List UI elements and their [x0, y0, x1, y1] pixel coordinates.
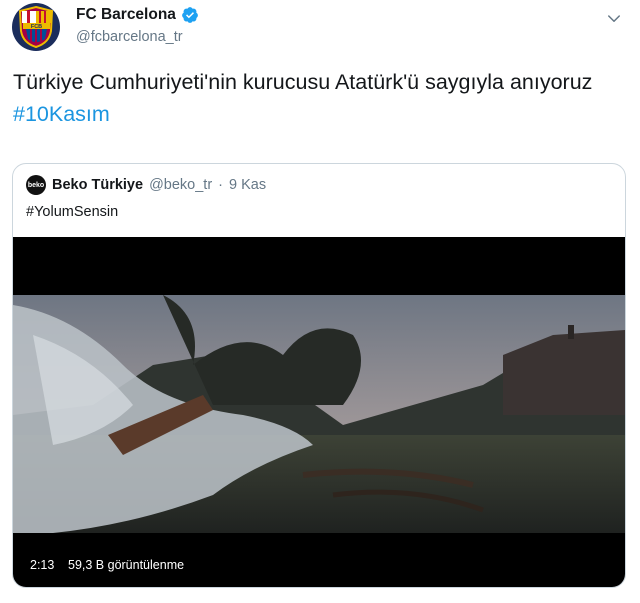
avatar[interactable]: FCB: [12, 3, 60, 51]
separator-dot: ·: [218, 177, 224, 193]
beko-logo-text: beko: [27, 181, 45, 189]
quoted-account-name[interactable]: Beko Türkiye: [52, 177, 143, 193]
verified-badge-icon: [182, 7, 198, 23]
hashtag-link[interactable]: #10Kasım: [13, 102, 110, 126]
account-handle[interactable]: @fcbarcelona_tr: [76, 29, 183, 45]
chevron-down-icon[interactable]: [605, 10, 623, 28]
quoted-tweet-date[interactable]: 9 Kas: [229, 177, 266, 193]
quoted-tweet-text: #YolumSensin: [26, 204, 119, 220]
video-player[interactable]: 2:13 59,3 B görüntülenme: [13, 237, 625, 587]
video-views-badge: 59,3 B görüntülenme: [63, 554, 190, 576]
quoted-account-handle[interactable]: @beko_tr: [149, 177, 212, 193]
tweet-body: Türkiye Cumhuriyeti'nin kurucusu Atatürk…: [13, 70, 593, 94]
account-display-name[interactable]: FC Barcelona: [76, 6, 176, 24]
beko-avatar[interactable]: beko: [26, 175, 46, 195]
account-name-row: FC Barcelona: [76, 6, 199, 24]
video-duration-badge: 2:13: [25, 554, 60, 576]
fcb-crest-icon: FCB: [18, 5, 54, 49]
tweet-text: Türkiye Cumhuriyeti'nin kurucusu Atatürk…: [13, 66, 613, 130]
quoted-tweet[interactable]: beko Beko Türkiye @beko_tr · 9 Kas #Yolu…: [12, 163, 626, 588]
video-frame: [13, 295, 625, 533]
quoted-tweet-header: beko Beko Türkiye @beko_tr · 9 Kas: [26, 175, 266, 195]
